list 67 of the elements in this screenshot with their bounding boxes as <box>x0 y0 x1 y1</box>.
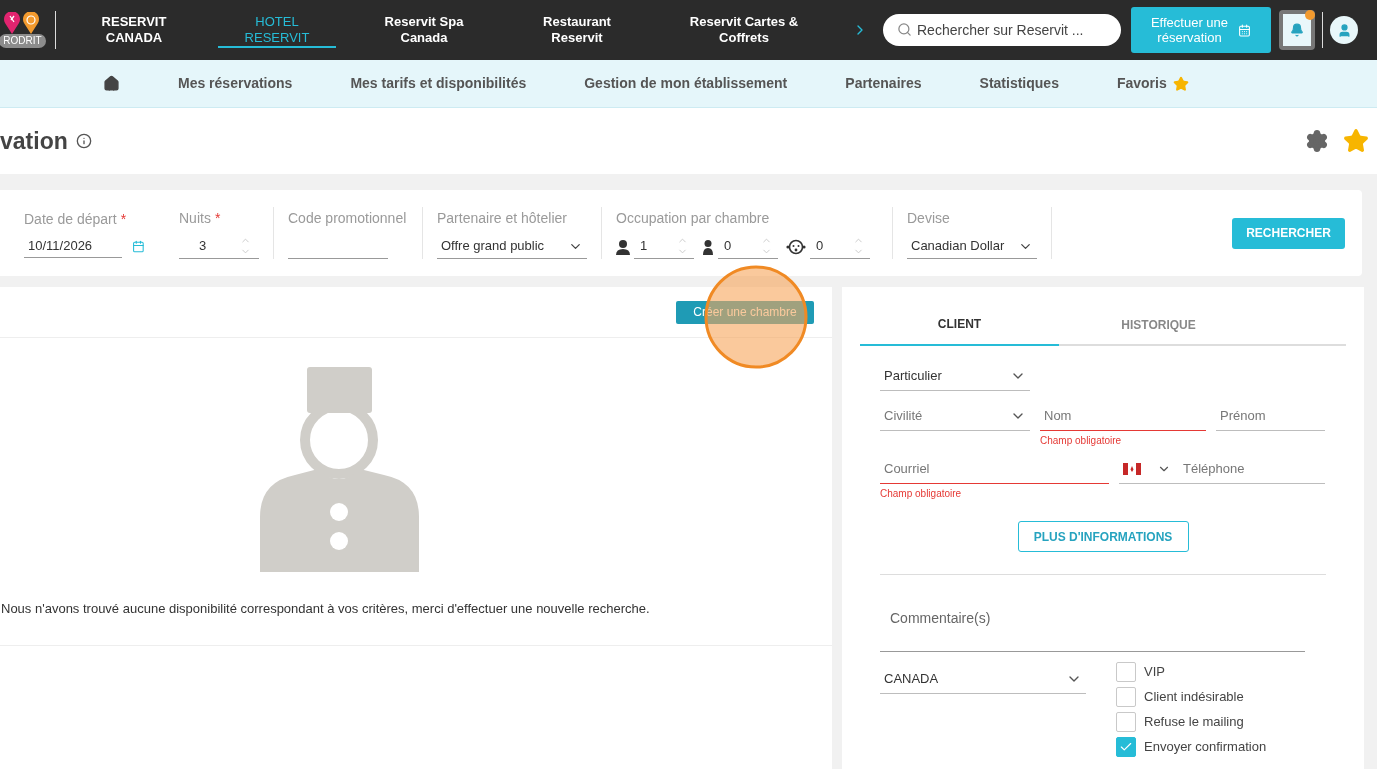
guest-count-field[interactable]: 0 <box>810 234 870 259</box>
product-tab[interactable]: Reservit Spa Canada <box>356 0 492 60</box>
nights-field[interactable]: 3 <box>179 234 259 259</box>
checkbox-label: Envoyer confirmation <box>1144 737 1267 756</box>
product-tab[interactable]: Reservit Cartes & Coffrets <box>662 0 826 60</box>
favorite-star-icon[interactable] <box>1343 128 1369 154</box>
required-marker: * <box>120 209 127 229</box>
field-label: Devise <box>907 208 951 228</box>
partner-select[interactable]: Offre grand public <box>437 234 587 259</box>
nav-link[interactable]: Mes tarifs et disponibilités <box>350 73 527 94</box>
product-tab[interactable]: HOTEL RESERVIT <box>198 0 356 60</box>
notifications-button[interactable] <box>1279 10 1315 50</box>
client-tab[interactable]: HISTORIQUE <box>1059 303 1258 346</box>
checkbox[interactable] <box>1116 736 1136 757</box>
bell-icon <box>1290 23 1304 37</box>
nav-link[interactable]: Statistiques <box>979 73 1059 94</box>
field-label: Partenaire et hôtelier <box>437 208 568 228</box>
calendar-icon[interactable] <box>132 240 145 253</box>
client-type-select[interactable]: Particulier <box>880 361 1030 391</box>
field-label: Occupation par chambre <box>616 208 771 228</box>
person-icon <box>702 238 714 255</box>
home-icon[interactable] <box>103 75 120 92</box>
user-icon <box>1336 22 1352 38</box>
nav-link[interactable]: Favoris <box>1116 73 1167 94</box>
product-tab[interactable]: RESERVIT CANADA <box>70 0 198 60</box>
client-tab[interactable]: CLIENT <box>860 303 1059 346</box>
checkbox[interactable] <box>1116 711 1136 732</box>
currency-select[interactable]: Canadian Dollar <box>907 234 1037 259</box>
guest-count-field[interactable]: 0 <box>718 234 778 259</box>
civility-select[interactable]: Civilité <box>880 401 1030 431</box>
calendar-icon <box>1238 23 1252 37</box>
page-title: vation <box>0 126 68 156</box>
empty-message: Nous n'avons trouvé aucune disponibilité correspondant à vos critères, merci d'effectuer une nouvelle recherche. <box>1 600 651 618</box>
error-message: Champ obligatoire <box>1040 434 1123 448</box>
flag-icon <box>1123 462 1141 475</box>
checkbox-label: VIP <box>1144 662 1165 681</box>
user-badge: RODRIT <box>0 34 46 48</box>
country-select[interactable]: CANADA <box>880 664 1086 694</box>
star-icon <box>1172 75 1189 92</box>
settings-icon[interactable] <box>1305 129 1329 153</box>
date-field[interactable]: 10/11/2026 <box>24 235 123 258</box>
checkbox-label: Refuse le mailing <box>1144 712 1244 731</box>
nav-link[interactable]: Partenaires <box>845 73 922 94</box>
checkbox[interactable] <box>1116 686 1136 707</box>
guest-count-field[interactable]: 1 <box>634 234 694 259</box>
nav-link[interactable]: Gestion de mon établissement <box>584 73 788 94</box>
field-label: Nuits <box>179 208 211 228</box>
first-name-field[interactable]: Prénom <box>1216 401 1325 431</box>
error-message: Champ obligatoire <box>880 487 963 501</box>
person-icon <box>616 238 630 255</box>
avatar-button[interactable] <box>1330 16 1358 44</box>
nav-link[interactable]: Mes réservations <box>178 73 293 94</box>
phone-field[interactable]: Téléphone <box>1119 454 1325 484</box>
baby-face-icon <box>786 238 806 255</box>
field-label: Code promotionnel <box>288 208 408 228</box>
field-label: Date de départ <box>24 209 117 229</box>
search-field[interactable]: Rechercher sur Reservit ... <box>883 14 1121 46</box>
last-name-field[interactable]: Nom <box>1040 401 1206 431</box>
required-marker: * <box>214 208 221 228</box>
info-icon[interactable] <box>75 133 92 149</box>
checkbox[interactable] <box>1116 661 1136 682</box>
checkbox-label: Client indésirable <box>1144 687 1244 706</box>
product-tab[interactable]: Restaurant Reservit <box>492 0 662 60</box>
search-icon <box>897 22 912 37</box>
comment-field[interactable]: Commentaire(s) <box>880 595 1305 652</box>
map-pins-icon <box>4 12 41 34</box>
email-field[interactable]: Courriel <box>880 454 1109 484</box>
